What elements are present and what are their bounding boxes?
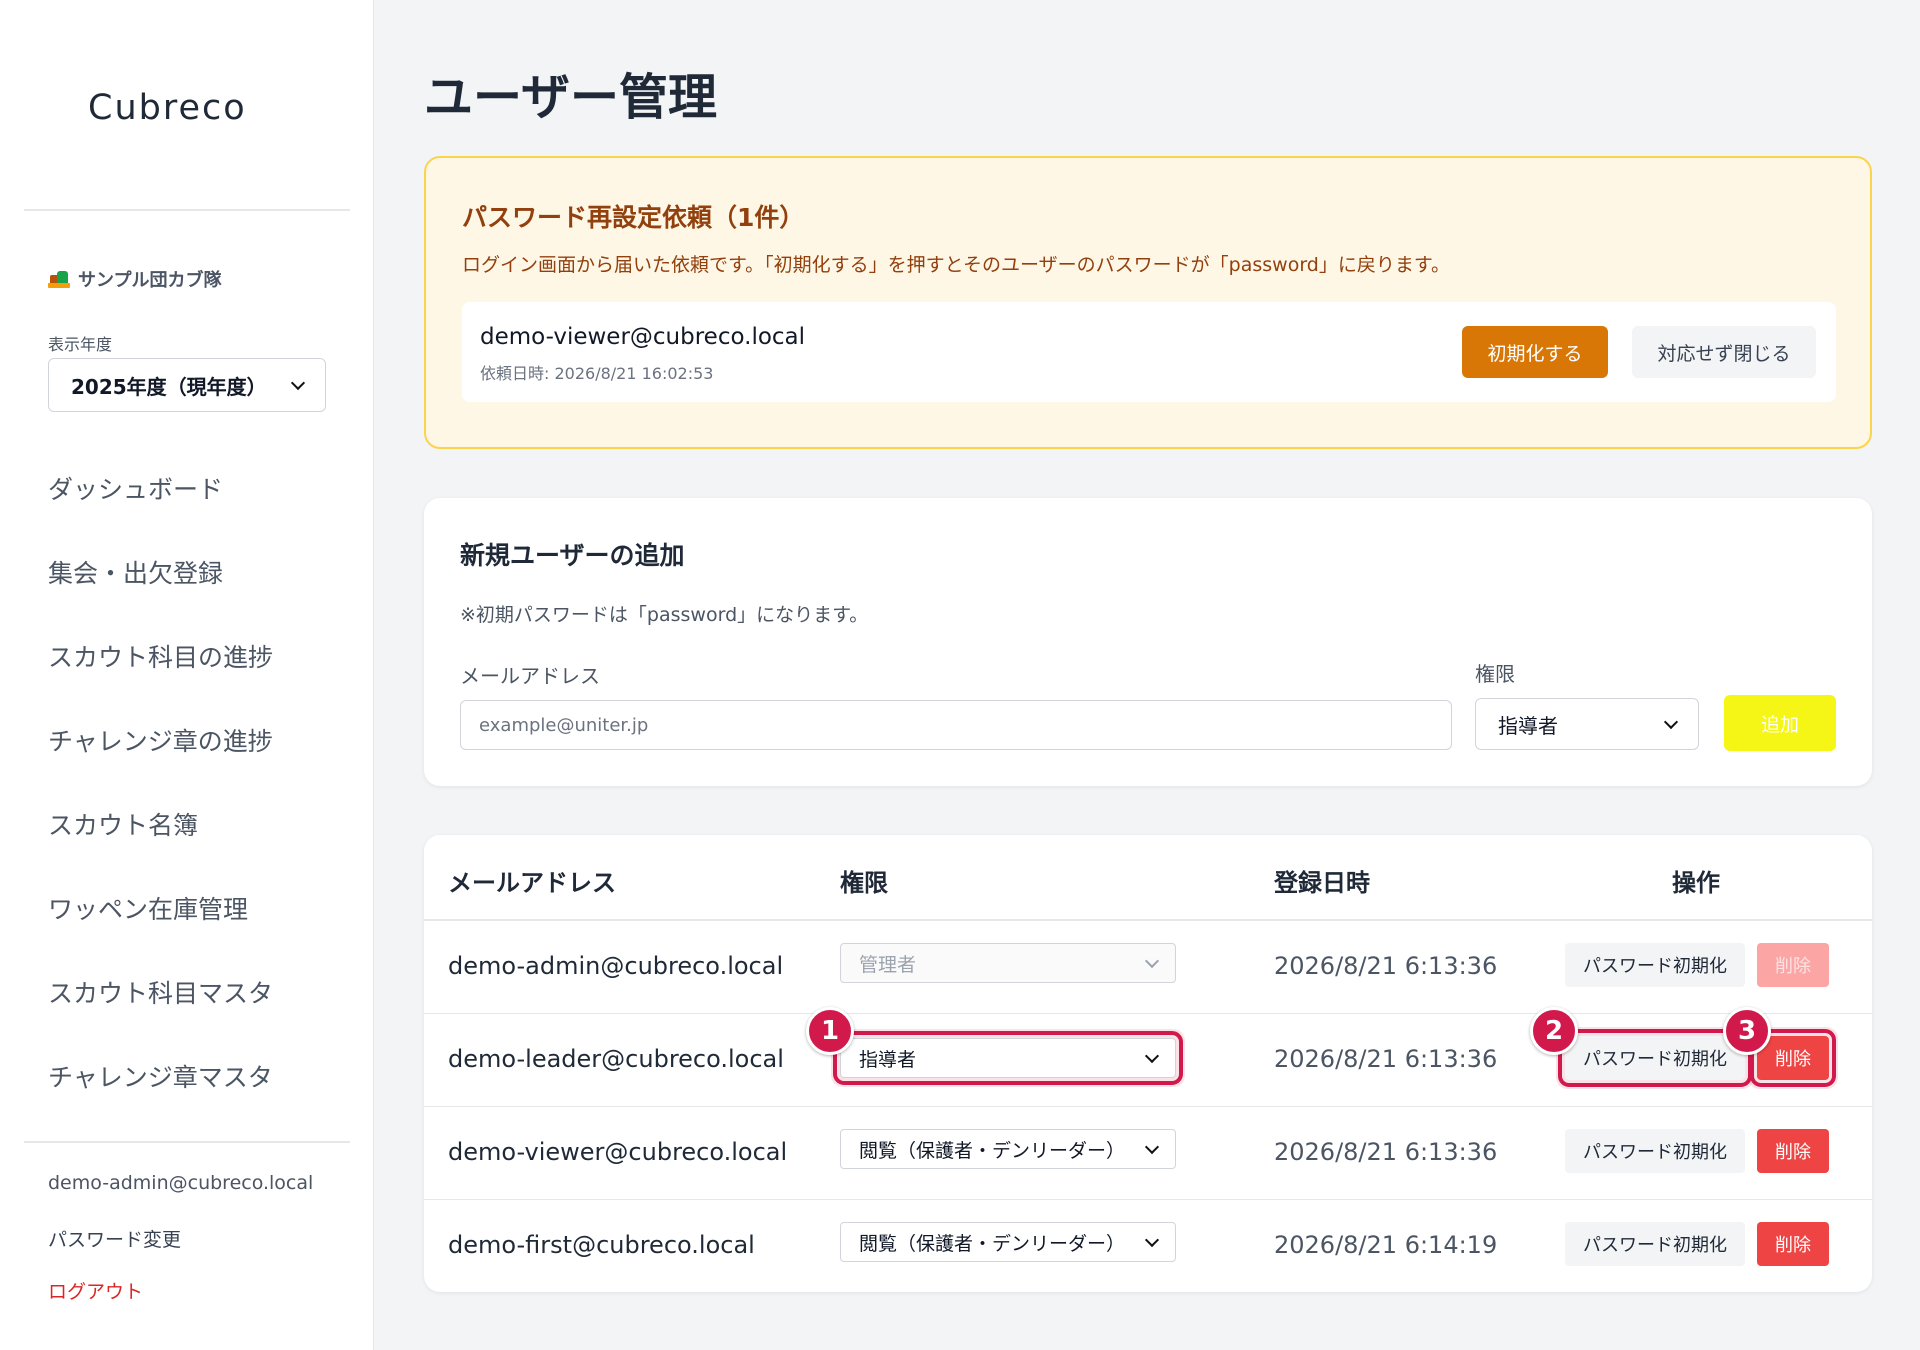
chevron-down-icon — [1663, 714, 1679, 729]
delete-button[interactable]: 削除 — [1757, 1129, 1829, 1173]
add-user-note: ※初期パスワードは「password」になります。 — [460, 604, 869, 626]
delete-button[interactable]: 削除 — [1757, 1222, 1829, 1266]
row-role-select: 管理者 — [840, 943, 1176, 983]
reset-password-button[interactable]: パスワード初期化 — [1565, 943, 1745, 987]
row-role-value: 指導者 — [859, 1048, 917, 1071]
delete-button: 削除 — [1757, 943, 1829, 987]
row-created: 2026/8/21 6:13:36 — [1274, 952, 1498, 980]
reset-password-button[interactable]: パスワード初期化 — [1565, 1129, 1745, 1173]
reset-password-button[interactable]: パスワード初期化 — [1558, 1029, 1752, 1087]
nav-challenge-master[interactable]: チャレンジ章マスタ — [48, 1058, 273, 1094]
app-logo[interactable]: Cubreco — [88, 88, 247, 128]
reset-requests-description: ログイン画面から届いた依頼です。「初期化する」を押すとそのユーザーのパスワードが… — [462, 254, 1450, 276]
password-change-link[interactable]: パスワード変更 — [48, 1225, 181, 1252]
add-user-title: 新規ユーザーの追加 — [460, 541, 685, 570]
header-email: メールアドレス — [448, 869, 616, 897]
nav-dashboard[interactable]: ダッシュボード — [48, 470, 223, 506]
role-select-value: 指導者 — [1498, 713, 1558, 738]
email-field-label: メールアドレス — [460, 664, 600, 688]
nav-patch-inventory[interactable]: ワッペン在庫管理 — [48, 890, 248, 926]
table-row: demo-viewer@cubreco.local 閲覧（保護者・デンリーダー）… — [424, 1107, 1872, 1200]
annotation-marker-2: 2 — [1530, 1007, 1578, 1055]
table-row: demo-admin@cubreco.local 管理者 2026/8/21 6… — [424, 921, 1872, 1014]
add-user-card: 新規ユーザーの追加 ※初期パスワードは「password」になります。 メールア… — [424, 498, 1872, 786]
chevron-down-icon — [1144, 1048, 1160, 1063]
row-role-value: 管理者 — [859, 953, 917, 976]
reset-requests-title: パスワード再設定依頼（1件） — [462, 203, 805, 232]
troop-name: サンプル団カブ隊 — [48, 266, 221, 292]
password-reset-requests-card: パスワード再設定依頼（1件） ログイン画面から届いた依頼です。「初期化する」を押… — [424, 156, 1872, 449]
troop-icon — [48, 269, 70, 289]
row-email: demo-leader@cubreco.local — [448, 1045, 784, 1073]
chevron-down-icon — [1144, 1139, 1160, 1154]
nav-scout-subject-master[interactable]: スカウト科目マスタ — [48, 974, 273, 1010]
reset-password-button[interactable]: パスワード初期化 — [1565, 1222, 1745, 1266]
row-email: demo-first@cubreco.local — [448, 1231, 755, 1259]
initialize-button[interactable]: 初期化する — [1462, 326, 1608, 378]
chevron-down-icon — [1144, 1232, 1160, 1247]
annotation-marker-3: 3 — [1723, 1007, 1771, 1055]
header-role: 権限 — [840, 869, 888, 897]
page-title: ユーザー管理 — [424, 69, 718, 126]
add-user-button[interactable]: 追加 — [1724, 695, 1836, 751]
row-email: demo-viewer@cubreco.local — [448, 1138, 788, 1166]
reset-request-item: demo-viewer@cubreco.local 依頼日時: 2026/8/2… — [462, 302, 1836, 402]
row-role-select[interactable]: 指導者 — [833, 1031, 1183, 1085]
nav-challenge-progress[interactable]: チャレンジ章の進捗 — [48, 722, 273, 758]
dismiss-button[interactable]: 対応せず閉じる — [1632, 326, 1816, 378]
sidebar-divider — [24, 1141, 350, 1143]
current-user-email: demo-admin@cubreco.local — [48, 1172, 314, 1194]
annotation-marker-1: 1 — [806, 1007, 854, 1055]
reset-request-date: 依頼日時: 2026/8/21 16:02:53 — [480, 364, 714, 383]
row-created: 2026/8/21 6:14:19 — [1274, 1231, 1498, 1259]
row-role-select[interactable]: 閲覧（保護者・デンリーダー） — [840, 1129, 1176, 1169]
header-actions: 操作 — [1672, 869, 1720, 897]
nav-attendance[interactable]: 集会・出欠登録 — [48, 554, 223, 590]
users-table: メールアドレス 権限 登録日時 操作 demo-admin@cubreco.lo… — [424, 835, 1872, 1292]
sidebar-divider — [24, 209, 350, 211]
troop-name-label: サンプル団カブ隊 — [78, 270, 222, 291]
sidebar: Cubreco サンプル団カブ隊 表示年度 2025年度（現年度） ダッシュボー… — [0, 0, 374, 1350]
year-select-value: 2025年度（現年度） — [71, 374, 267, 399]
row-email: demo-admin@cubreco.local — [448, 952, 784, 980]
nav-scout-roster[interactable]: スカウト名簿 — [48, 806, 198, 842]
logout-link[interactable]: ログアウト — [48, 1277, 143, 1304]
row-role-select[interactable]: 閲覧（保護者・デンリーダー） — [840, 1222, 1176, 1262]
year-select[interactable]: 2025年度（現年度） — [48, 358, 326, 412]
table-row: demo-first@cubreco.local 閲覧（保護者・デンリーダー） … — [424, 1200, 1872, 1292]
role-select[interactable]: 指導者 — [1475, 698, 1699, 750]
year-label: 表示年度 — [48, 335, 113, 354]
reset-request-email: demo-viewer@cubreco.local — [480, 324, 806, 350]
row-role-value: 閲覧（保護者・デンリーダー） — [859, 1232, 1126, 1255]
role-field-label: 権限 — [1475, 662, 1515, 686]
header-created: 登録日時 — [1274, 869, 1370, 897]
table-row: demo-leader@cubreco.local 指導者 2026/8/21 … — [424, 1014, 1872, 1107]
row-created: 2026/8/21 6:13:36 — [1274, 1045, 1498, 1073]
row-role-value: 閲覧（保護者・デンリーダー） — [859, 1139, 1126, 1162]
chevron-down-icon — [290, 375, 306, 390]
chevron-down-icon — [1144, 953, 1160, 968]
row-created: 2026/8/21 6:13:36 — [1274, 1138, 1498, 1166]
nav-scout-progress[interactable]: スカウト科目の進捗 — [48, 638, 273, 674]
email-field[interactable] — [460, 700, 1452, 750]
